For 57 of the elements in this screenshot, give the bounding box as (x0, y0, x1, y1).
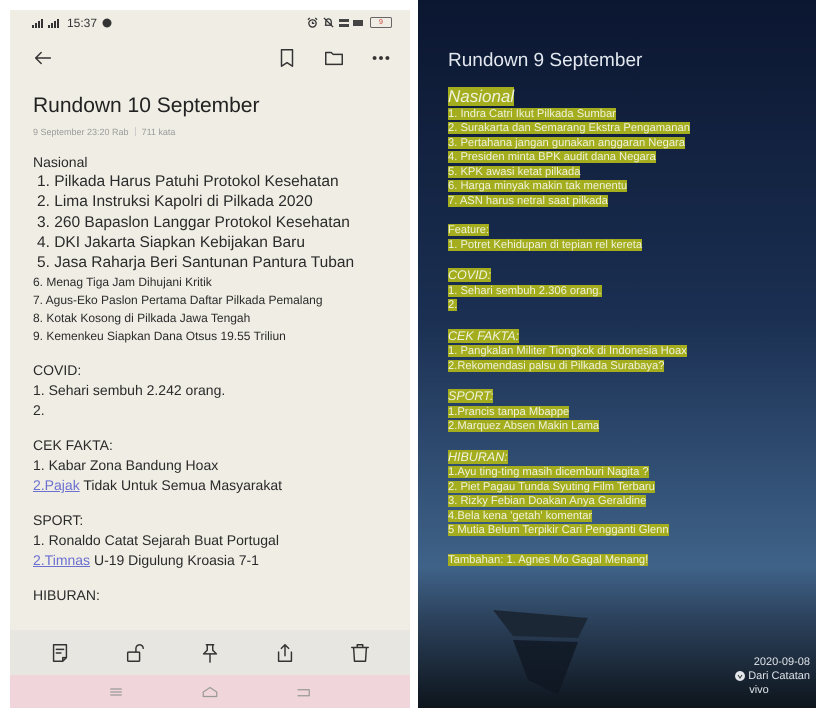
news-item: 3. Pertahana jangan gunakan anggaran Negara (448, 136, 685, 148)
date-label: 2020-09-08 (754, 656, 810, 668)
news-item: 4. Presiden minta BPK audit dana Negara (448, 151, 656, 163)
section-heading: COVID: (448, 268, 492, 282)
section-heading: CEK FAKTA: (448, 328, 520, 342)
section-heading: Nasional (33, 153, 88, 172)
section-heading: SPORT: (33, 511, 84, 530)
muted-bell-icon (323, 17, 334, 28)
status-time: 15:37 (67, 16, 98, 30)
news-item: 4.Bela kena 'getah' komentar (448, 510, 592, 522)
trash-icon[interactable] (349, 642, 372, 664)
item-link[interactable]: 2.Timnas (33, 552, 90, 568)
news-item: 2. Surakarta dan Semarang Ekstra Pengamanan (448, 122, 690, 134)
word-count: 711 kata (142, 127, 176, 137)
circle-icon (102, 18, 112, 28)
brand-label: vivo (748, 684, 769, 696)
section-heading: HIBURAN: (448, 450, 508, 464)
item-link[interactable]: 2.Pajak (33, 477, 80, 494)
news-item: 5. Jasa Raharja Beri Santunan Pantura Tuban (36, 253, 356, 274)
news-item: 2. (33, 401, 46, 420)
news-item: 2. Lima Instruksi Kapolri di Pilkada 2020 (36, 192, 314, 212)
section-heading: SPORT: (448, 389, 494, 403)
news-item: 1. Pilkada Harus Patuhi Protokol Kesehatan (36, 172, 340, 192)
news-item: 1. Sehari sembuh 2.306 orang. (448, 284, 602, 296)
news-item: 9. Kemenkeu Siapkan Dana Otsus 19.55 Triliun (33, 328, 287, 346)
section-heading: CEK FAKTA: (33, 436, 114, 456)
news-item: 1. Pangkalan Militer Tiongkok di Indonesia Hoax (448, 345, 687, 357)
news-item: 1. Indra Catri Ikut Pilkada Sumbar (448, 108, 616, 120)
section-heading: Feature: (448, 224, 489, 236)
alarm-icon (307, 17, 318, 28)
news-item: 1. Sehari sembuh 2.242 orang. (33, 381, 226, 400)
section-heading: COVID: (33, 361, 82, 380)
news-item: 1. Kabar Zona Bandung Hoax (33, 456, 220, 476)
news-item: 2. Piet Pagau Tunda Syuting Film Terbaru (448, 480, 655, 492)
news-item: 3. 260 Bapaslon Langgar Protokol Kesehatan (36, 212, 351, 233)
note-title: Rundown 9 September (448, 50, 644, 72)
news-item: 2.Pajak Tidak Untuk Semua Masyarakat (33, 476, 284, 496)
news-item: 8. Kotak Kosong di Pilkada Jawa Tengah (33, 310, 252, 328)
signal-icon (32, 18, 62, 28)
news-item: 2.Timnas U-19 Digulung Kroasia 7-1 (33, 551, 260, 570)
news-item: 2.Rekomendasi palsu di Pilkada Surabaya? (448, 360, 664, 372)
news-item: 1.Prancis tanpa Mbappe (448, 406, 570, 418)
news-item: 4. DKI Jakarta Siapkan Kebijakan Baru (36, 232, 306, 253)
note-date: 9 September 23:20 Rab (33, 127, 129, 137)
news-item: 6. Menag Tiga Jam Dihujani Kritik (33, 274, 213, 292)
news-item: 3. Rizky Febian Doakan Anya Geraldine (448, 495, 646, 507)
news-item: Tambahan: 1. Agnes Mo Gagal Menang! (448, 554, 648, 566)
news-item: 7. Agus-Eko Paslon Pertama Daftar Pilkada Pemalang (33, 292, 324, 310)
section-heading: HIBURAN: (33, 586, 101, 606)
news-item: 1.Ayu ting-ting masih dicemburi Nagita ? (448, 466, 649, 478)
news-item: 6. Harga minyak makin tak menentu (448, 180, 628, 192)
note-title: Rundown 10 September (33, 94, 260, 118)
news-item: 5 Mutia Belum Terpikir Cari Pengganti Glenn (448, 524, 669, 536)
source-label: Dari Catatan (748, 670, 810, 682)
news-item: 1. Ronaldo Catat Sejarah Buat Portugal (33, 531, 280, 550)
news-item: 7. ASN harus netral saat pilkada (448, 194, 608, 206)
news-item: 2. (448, 299, 458, 311)
